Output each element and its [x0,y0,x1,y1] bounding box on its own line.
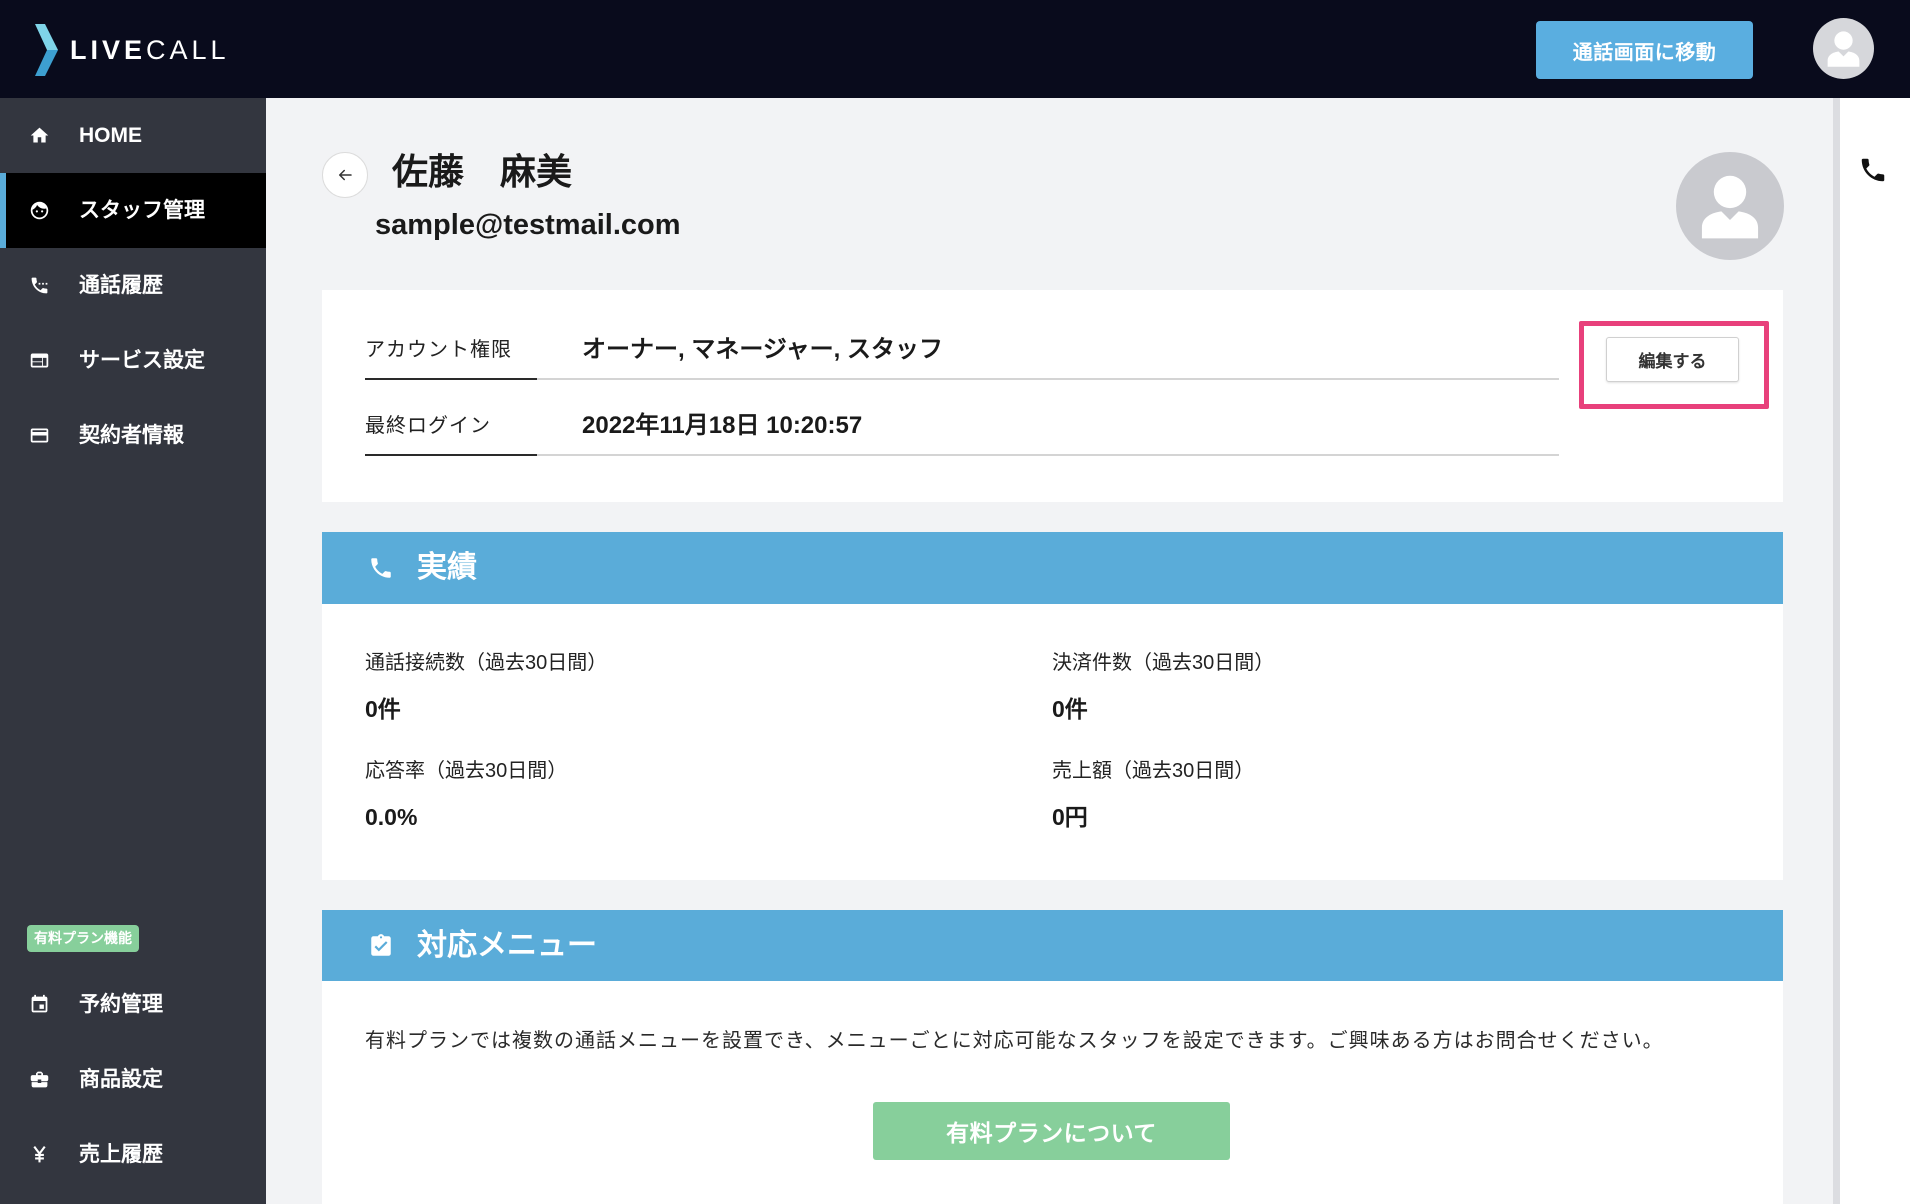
stat-label: 決済件数（過去30日間） [1052,652,1275,674]
staff-avatar [1676,152,1784,260]
stat-sales-amount: 売上額（過去30日間） 0円 [1052,757,1739,832]
sidebar: HOME スタッフ管理 通話履歴 サービス設定 契約者情報 有料プラン機能 予約… [0,98,266,1204]
sidebar-item-label: 商品設定 [79,1067,163,1091]
back-button[interactable] [322,152,368,198]
sidebar-item-label: 契約者情報 [79,423,184,447]
back-arrow-icon [339,169,352,181]
top-bar: LIVECALL 通話画面に移動 [0,0,1910,98]
yen-icon [29,1144,50,1165]
sidebar-item-label: サービス設定 [79,348,205,372]
account-role-row: アカウント権限 オーナー, マネージャー, スタッフ [365,304,1559,380]
paid-plan-badge: 有料プラン機能 [27,925,139,952]
sidebar-item-sales-history[interactable]: 売上履歴 [0,1117,266,1192]
performance-title: 実績 [417,551,477,584]
sidebar-item-label: HOME [79,123,142,147]
sidebar-item-reservations[interactable]: 予約管理 [0,967,266,1042]
header-avatar[interactable] [1813,18,1874,79]
account-info-list: アカウント権限 オーナー, マネージャー, スタッフ 最終ログイン 2022年1… [365,304,1559,456]
last-login-label: 最終ログイン [365,380,537,456]
stat-value: 0件 [1052,696,1088,722]
logo-text-live: LIVE [70,35,147,65]
phone-history-icon [29,275,50,296]
stat-value: 0円 [1052,804,1088,830]
sidebar-item-staff[interactable]: スタッフ管理 [0,173,266,248]
stat-payments: 決済件数（過去30日間） 0件 [1052,649,1739,724]
logo-text-call: CALL [146,35,230,65]
stats-grid: 通話接続数（過去30日間） 0件 決済件数（過去30日間） 0件 応答率（過去3… [365,649,1739,832]
calendar-icon [29,994,50,1015]
staff-face-icon [29,200,50,221]
call-side-panel [1840,98,1910,1204]
menu-title: 対応メニュー [417,928,597,962]
sidebar-item-product-settings[interactable]: 商品設定 [0,1042,266,1117]
sidebar-item-label: 売上履歴 [79,1142,163,1166]
performance-card: 通話接続数（過去30日間） 0件 決済件数（過去30日間） 0件 応答率（過去3… [322,604,1783,880]
briefcase-icon [29,1069,50,1090]
home-icon [29,125,50,146]
go-to-call-screen-button[interactable]: 通話画面に移動 [1536,21,1753,79]
phone-icon [368,555,394,581]
performance-header: 実績 [322,532,1783,604]
stat-answer-rate: 応答率（過去30日間） 0.0% [365,757,1052,832]
stat-value: 0件 [365,696,401,722]
sidebar-item-home[interactable]: HOME [0,98,266,173]
phone-icon[interactable] [1858,155,1888,185]
about-paid-plan-button[interactable]: 有料プランについて [873,1102,1230,1160]
logo-chevron-icon [35,24,58,76]
sidebar-item-contract-info[interactable]: 契約者情報 [0,398,266,473]
account-role-label: アカウント権限 [365,304,537,380]
user-avatar-icon [1827,31,1860,67]
sidebar-item-label: スタッフ管理 [79,198,205,222]
last-login-row: 最終ログイン 2022年11月18日 10:20:57 [365,380,1559,456]
edit-button[interactable]: 編集する [1606,337,1739,382]
stat-label: 応答率（過去30日間） [365,760,568,782]
logo-text: LIVECALL [70,24,230,76]
menu-header: 対応メニュー [322,910,1783,981]
scrollbar-track[interactable] [1833,98,1840,1204]
user-avatar-icon [1701,175,1759,239]
staff-name: 佐藤 麻美 [392,151,573,192]
stat-value: 0.0% [365,804,418,830]
account-info-card: アカウント権限 オーナー, マネージャー, スタッフ 最終ログイン 2022年1… [322,290,1783,502]
app-logo[interactable]: LIVECALL [34,24,230,76]
clipboard-check-icon [368,933,394,959]
menu-description: 有料プランでは複数の通話メニューを設置でき、メニューごとに対応可能なスタッフを設… [365,1030,1664,1052]
sidebar-item-label: 予約管理 [79,992,163,1016]
stat-connected-calls: 通話接続数（過去30日間） 0件 [365,649,1052,724]
account-role-value: オーナー, マネージャー, スタッフ [537,304,1559,380]
staff-email: sample@testmail.com [375,209,681,241]
stat-label: 売上額（過去30日間） [1052,760,1255,782]
credit-card-icon [29,425,50,446]
sidebar-item-call-history[interactable]: 通話履歴 [0,248,266,323]
sidebar-item-service-settings[interactable]: サービス設定 [0,323,266,398]
menu-card: 有料プランでは複数の通話メニューを設置でき、メニューごとに対応可能なスタッフを設… [322,981,1783,1204]
sidebar-item-label: 通話履歴 [79,273,163,297]
stat-label: 通話接続数（過去30日間） [365,652,608,674]
last-login-value: 2022年11月18日 10:20:57 [537,380,1559,456]
service-settings-icon [29,350,50,371]
